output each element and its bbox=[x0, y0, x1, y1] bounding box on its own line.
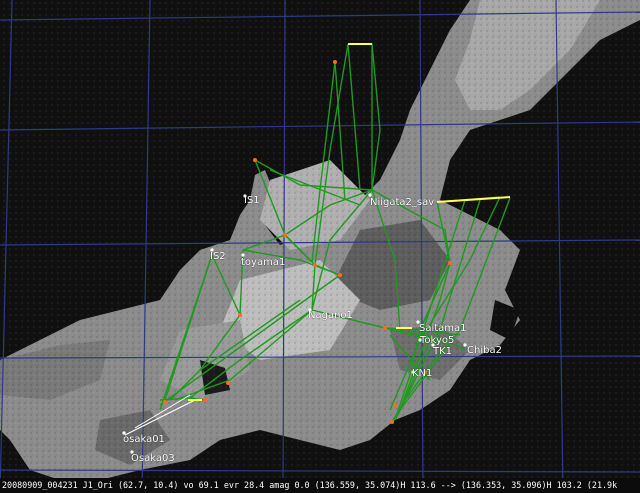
station-label-tk1: TK1 bbox=[433, 346, 453, 357]
map-viewport[interactable]: IS1 IS2 toyama1 Niigata2_sav Nagano1 Sai… bbox=[0, 0, 640, 493]
station-label-toyama1: toyama1 bbox=[241, 257, 286, 268]
meteor-trajectory-map bbox=[0, 0, 640, 493]
station-label-osaka03: Osaka03 bbox=[131, 453, 175, 464]
station-label-osaka01: osaka01 bbox=[123, 434, 165, 445]
station-label-tokyo5: Tokyo5 bbox=[420, 335, 455, 346]
station-label-is1: IS1 bbox=[244, 195, 260, 206]
station-label-chiba2: Chiba2 bbox=[467, 345, 502, 356]
station-label-saitama1: Saitama1 bbox=[419, 323, 467, 334]
station-label-kn1: KN1 bbox=[412, 368, 433, 379]
land-terrain bbox=[0, 0, 640, 493]
station-label-nagano1: Nagano1 bbox=[308, 310, 353, 321]
status-bar: 20080909_004231 J1_Ori (62.7, 10.4) vo 6… bbox=[0, 478, 640, 493]
station-label-niigata2: Niigata2_sav bbox=[370, 197, 435, 208]
station-label-is2: IS2 bbox=[210, 251, 226, 262]
